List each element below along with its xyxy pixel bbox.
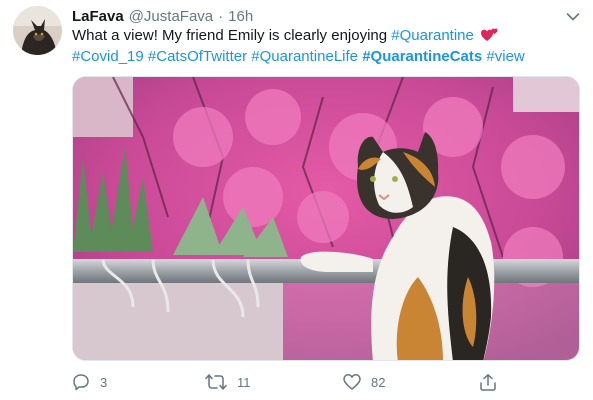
- two-hearts-icon: [481, 26, 499, 42]
- handle[interactable]: @JustaFava: [129, 8, 213, 25]
- like-button[interactable]: 82: [343, 370, 385, 394]
- tweet-text-line-1: What a view! My friend Emily is clearly …: [72, 25, 572, 46]
- hashtag-covid-19[interactable]: #Covid_19: [72, 48, 144, 65]
- tweet[interactable]: LaFava @JustaFava · 16h What a view! My …: [0, 0, 593, 400]
- tweet-text: What a view! My friend Emily is clearly …: [72, 25, 572, 67]
- tweet-photo[interactable]: [72, 76, 580, 361]
- avatar[interactable]: [13, 6, 62, 55]
- retweet-icon: [205, 373, 227, 391]
- hashtag-quarantinelife[interactable]: #QuarantineLife: [251, 48, 358, 65]
- timestamp[interactable]: 16h: [228, 8, 253, 25]
- chevron-down-icon[interactable]: [566, 9, 580, 21]
- share-icon: [479, 373, 497, 391]
- hashtag-quarantinecats[interactable]: #QuarantineCats: [362, 48, 482, 65]
- retweet-count: 11: [237, 374, 251, 390]
- display-name[interactable]: LaFava: [72, 8, 124, 25]
- tweet-actions: 3 11 82: [72, 370, 512, 394]
- retweet-button[interactable]: 11: [205, 370, 251, 394]
- hashtag-quarantine[interactable]: #Quarantine: [391, 27, 474, 44]
- reply-count: 3: [100, 374, 108, 390]
- tweet-text-intro: What a view! My friend Emily is clearly …: [72, 27, 388, 44]
- hashtag-view[interactable]: #view: [486, 48, 524, 65]
- reply-button[interactable]: 3: [72, 370, 107, 394]
- share-button[interactable]: [479, 370, 497, 394]
- tweet-header: LaFava @JustaFava · 16h: [72, 7, 253, 25]
- like-count: 82: [371, 374, 386, 390]
- heart-icon: [343, 373, 361, 391]
- separator: ·: [218, 7, 224, 25]
- hashtag-catsoftwitter[interactable]: #CatsOfTwitter: [148, 48, 247, 65]
- tweet-text-line-2: #Covid_19 #CatsOfTwitter #QuarantineLife…: [72, 46, 572, 67]
- reply-icon: [72, 373, 90, 391]
